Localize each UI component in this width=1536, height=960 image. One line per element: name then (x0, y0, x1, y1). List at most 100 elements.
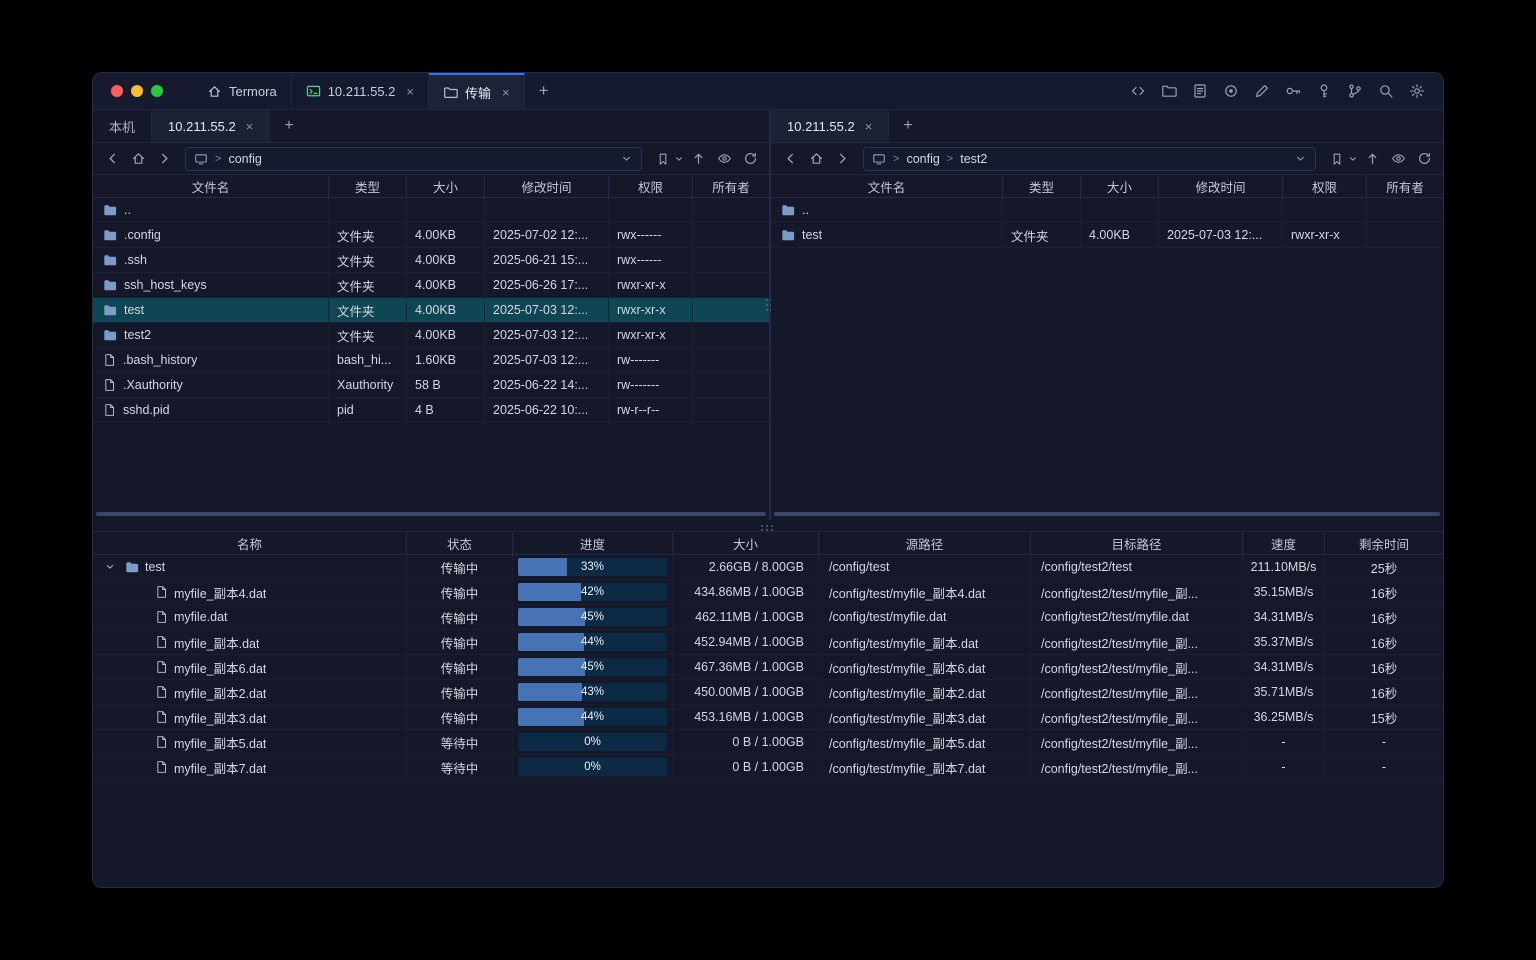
chevron-down-icon[interactable] (1294, 152, 1307, 165)
tab-remote-host[interactable]: 10.211.55.2 × (152, 110, 270, 142)
up-arrow-icon[interactable] (687, 148, 709, 170)
file-row[interactable]: .. (771, 198, 1443, 223)
breadcrumb-segment[interactable]: test2 (960, 152, 987, 166)
home-icon[interactable] (127, 148, 149, 170)
path-breadcrumb[interactable]: >config (185, 147, 642, 171)
eye-icon[interactable] (1387, 148, 1409, 170)
maximize-window-button[interactable] (151, 85, 163, 97)
column-header-modified[interactable]: 修改时间 (485, 175, 609, 197)
macro-record-icon[interactable] (1219, 79, 1243, 103)
close-tab-icon[interactable]: × (865, 119, 873, 134)
bookmark-dropdown-icon[interactable] (1349, 150, 1357, 168)
tab-remote-host[interactable]: 10.211.55.2 × (771, 110, 889, 142)
file-row[interactable]: sshd.pidpid4 B2025-06-22 10:...rw-r--r-- (93, 398, 769, 423)
column-header-size[interactable]: 大小 (407, 175, 485, 197)
file-row[interactable]: .config文件夹4.00KB2025-07-02 12:...rwx----… (93, 223, 769, 248)
column-header-name[interactable]: 名称 (93, 532, 407, 554)
search-icon[interactable] (1374, 79, 1398, 103)
home-icon[interactable] (805, 148, 827, 170)
column-header-status[interactable]: 状态 (407, 532, 513, 554)
folder-icon[interactable] (1157, 79, 1181, 103)
transfer-status: 等待中 (407, 730, 513, 754)
tab-local[interactable]: 本机 (93, 110, 152, 142)
transfer-row[interactable]: myfile_副本5.dat等待中0%0 B / 1.00GB/config/t… (93, 730, 1443, 755)
column-header-type[interactable]: 类型 (329, 175, 407, 197)
breadcrumb-segment[interactable]: config (906, 152, 939, 166)
transfer-splitter[interactable] (93, 520, 1443, 532)
refresh-icon[interactable] (739, 148, 761, 170)
transfer-row[interactable]: myfile.dat传输中45%462.11MB / 1.00GB/config… (93, 605, 1443, 630)
progress-label: 43% (518, 683, 667, 701)
log-icon[interactable] (1188, 79, 1212, 103)
new-panel-tab-button[interactable]: + (889, 110, 926, 142)
column-header-size[interactable]: 大小 (673, 532, 819, 554)
column-header-type[interactable]: 类型 (1003, 175, 1081, 197)
close-tab-icon[interactable]: × (406, 84, 414, 99)
horizontal-scrollbar[interactable] (774, 512, 1440, 516)
file-row[interactable]: test文件夹4.00KB2025-07-03 12:...rwxr-xr-x (93, 298, 769, 323)
file-row[interactable]: .ssh文件夹4.00KB2025-06-21 15:...rwx------ (93, 248, 769, 273)
back-icon[interactable] (779, 148, 801, 170)
file-row[interactable]: .XauthorityXauthority58 B2025-06-22 14:.… (93, 373, 769, 398)
column-header-speed[interactable]: 速度 (1243, 532, 1325, 554)
minimize-window-button[interactable] (131, 85, 143, 97)
transfer-row[interactable]: myfile_副本7.dat等待中0%0 B / 1.00GB/config/t… (93, 755, 1443, 780)
up-arrow-icon[interactable] (1361, 148, 1383, 170)
column-header-modified[interactable]: 修改时间 (1159, 175, 1283, 197)
path-breadcrumb[interactable]: >config>test2 (863, 147, 1316, 171)
close-tab-icon[interactable]: × (246, 119, 254, 134)
chevron-down-icon[interactable] (620, 152, 633, 165)
forward-icon[interactable] (153, 148, 175, 170)
column-header-filename[interactable]: 文件名 (771, 175, 1003, 197)
code-icon[interactable] (1126, 79, 1150, 103)
close-tab-icon[interactable]: × (502, 85, 510, 100)
column-header-progress[interactable]: 进度 (513, 532, 673, 554)
bookmark-icon[interactable] (1326, 148, 1348, 170)
transfer-row[interactable]: test传输中33%2.66GB / 8.00GB/config/test/co… (93, 555, 1443, 580)
keychain-icon[interactable] (1312, 79, 1336, 103)
file-row[interactable]: .. (93, 198, 769, 223)
close-window-button[interactable] (111, 85, 123, 97)
key-icon[interactable] (1281, 79, 1305, 103)
transfer-row[interactable]: myfile_副本.dat传输中44%452.94MB / 1.00GB/con… (93, 630, 1443, 655)
transfer-row[interactable]: myfile_副本2.dat传输中43%450.00MB / 1.00GB/co… (93, 680, 1443, 705)
transfer-target-path: /config/test2/test/myfile_副... (1031, 630, 1243, 654)
settings-gear-icon[interactable] (1405, 79, 1429, 103)
transfer-row[interactable]: myfile_副本6.dat传输中45%467.36MB / 1.00GB/co… (93, 655, 1443, 680)
file-row[interactable]: test文件夹4.00KB2025-07-03 12:...rwxr-xr-x (771, 223, 1443, 248)
column-header-owner[interactable]: 所有者 (693, 175, 769, 197)
column-header-permissions[interactable]: 权限 (609, 175, 693, 197)
column-header-size[interactable]: 大小 (1081, 175, 1159, 197)
eye-icon[interactable] (713, 148, 735, 170)
chevron-down-icon[interactable] (101, 561, 119, 573)
branch-icon[interactable] (1343, 79, 1367, 103)
transfer-row[interactable]: myfile_副本3.dat传输中44%453.16MB / 1.00GB/co… (93, 705, 1443, 730)
file-icon (155, 660, 168, 674)
breadcrumb-segment[interactable]: config (228, 152, 261, 166)
edit-icon[interactable] (1250, 79, 1274, 103)
new-panel-tab-button[interactable]: + (270, 110, 307, 142)
column-header-owner[interactable]: 所有者 (1367, 175, 1443, 197)
tab-ssh-session[interactable]: 10.211.55.2 × (292, 73, 429, 109)
file-row[interactable]: ssh_host_keys文件夹4.00KB2025-06-26 17:...r… (93, 273, 769, 298)
app-home-tab[interactable]: Termora (193, 73, 292, 109)
new-tab-button[interactable]: + (525, 73, 563, 109)
file-row[interactable]: .bash_historybash_hi...1.60KB2025-07-03 … (93, 348, 769, 373)
tab-transfer[interactable]: 传输 × (429, 73, 525, 109)
column-header-eta[interactable]: 剩余时间 (1325, 532, 1443, 554)
file-permissions: rwxr-xr-x (609, 298, 693, 322)
forward-icon[interactable] (831, 148, 853, 170)
bookmark-dropdown-icon[interactable] (675, 150, 683, 168)
file-row[interactable]: test2文件夹4.00KB2025-07-03 12:...rwxr-xr-x (93, 323, 769, 348)
transfer-row[interactable]: myfile_副本4.dat传输中42%434.86MB / 1.00GB/co… (93, 580, 1443, 605)
column-header-filename[interactable]: 文件名 (93, 175, 329, 197)
column-header-source[interactable]: 源路径 (819, 532, 1031, 554)
column-header-target[interactable]: 目标路径 (1031, 532, 1243, 554)
transfer-speed: 34.31MB/s (1243, 605, 1325, 629)
transfer-source-path: /config/test/myfile_副本6.dat (819, 655, 1031, 679)
back-icon[interactable] (101, 148, 123, 170)
bookmark-icon[interactable] (652, 148, 674, 170)
refresh-icon[interactable] (1413, 148, 1435, 170)
horizontal-scrollbar[interactable] (96, 512, 766, 516)
column-header-permissions[interactable]: 权限 (1283, 175, 1367, 197)
